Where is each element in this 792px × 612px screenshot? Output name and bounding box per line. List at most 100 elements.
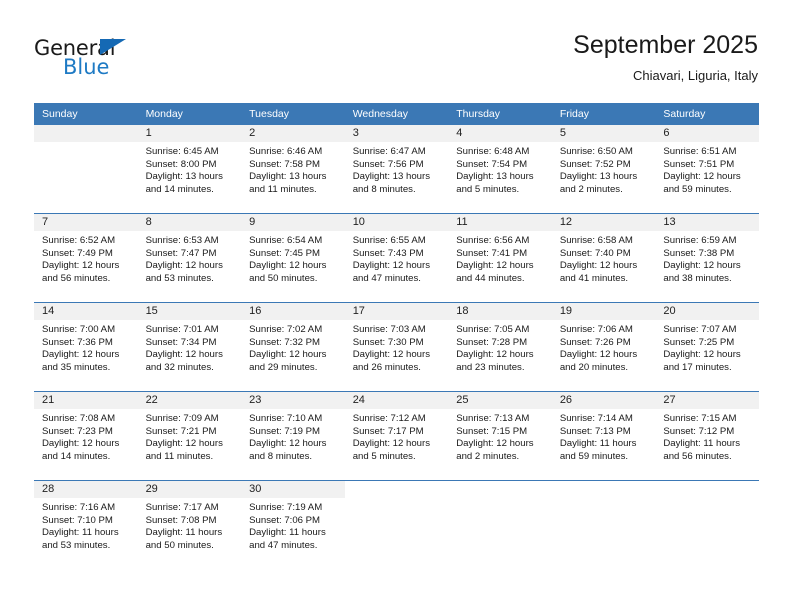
location-subtitle: Chiavari, Liguria, Italy (633, 68, 758, 83)
sunset-text: Sunset: 7:10 PM (42, 514, 113, 526)
daylight-text: Daylight: 13 hours and 14 minutes. (145, 171, 223, 195)
daylight-text: Daylight: 12 hours and 2 minutes. (456, 438, 534, 462)
sunset-text: Sunset: 7:38 PM (663, 247, 735, 259)
calendar-day-cell[interactable]: 9 Sunrise: 6:54 AM Sunset: 7:45 PM Daylight… (241, 213, 345, 303)
calendar-day-cell[interactable]: 17 Sunrise: 7:03 AM Sunset: 7:30 PM Dayligh… (344, 302, 449, 392)
calendar-empty-cell (448, 480, 552, 569)
calendar-day-cell[interactable]: 5 Sunrise: 6:50 AM Sunset: 7:52 PM Daylight… (551, 125, 656, 214)
calendar-day-cell[interactable]: 18 Sunrise: 7:05 AM Sunset: 7:28 PM Dayligh… (448, 302, 552, 392)
day-number: 13 (655, 214, 759, 231)
calendar-day-cell[interactable]: 1 Sunrise: 6:45 AM Sunset: 8:00 PM Daylight… (137, 125, 242, 214)
calendar-day-cell[interactable]: 29 Sunrise: 7:17 AM Sunset: 7:08 PM Dayligh… (137, 480, 242, 569)
calendar-day-cell[interactable]: 15 Sunrise: 7:01 AM Sunset: 7:34 PM Dayligh… (137, 302, 242, 392)
weekday-header-tuesday: Tuesday (241, 103, 345, 125)
day-details: Sunrise: 6:55 AM Sunset: 7:43 PM Daylight:… (345, 231, 449, 285)
calendar-day-cell[interactable]: 12 Sunrise: 6:58 AM Sunset: 7:40 PM Dayligh… (551, 213, 656, 303)
sunset-text: Sunset: 7:12 PM (663, 425, 735, 437)
calendar-page: General Blue September 2025 Chiavari, Li… (0, 0, 792, 612)
day-details: Sunrise: 7:02 AM Sunset: 7:32 PM Daylight:… (241, 320, 345, 374)
calendar-day-cell[interactable]: 2 Sunrise: 6:46 AM Sunset: 7:58 PM Daylight… (241, 125, 345, 214)
day-number: 3 (344, 125, 449, 142)
day-details: Sunrise: 7:15 AM Sunset: 7:12 PM Daylight:… (655, 409, 759, 463)
calendar-day-cell[interactable]: 6 Sunrise: 6:51 AM Sunset: 7:51 PM Daylight… (655, 125, 759, 214)
sunset-text: Sunset: 7:56 PM (352, 158, 424, 170)
calendar-empty-cell (551, 480, 656, 569)
sunrise-text: Sunrise: 6:52 AM (42, 235, 116, 246)
calendar-empty-cell (655, 480, 759, 569)
sunrise-text: Sunrise: 7:16 AM (42, 502, 116, 513)
day-details: Sunrise: 6:51 AM Sunset: 7:51 PM Daylight:… (655, 142, 759, 196)
calendar-day-cell[interactable]: 10 Sunrise: 6:55 AM Sunset: 7:43 PM Dayligh… (344, 213, 449, 303)
calendar-day-cell[interactable]: 19 Sunrise: 7:06 AM Sunset: 7:26 PM Dayligh… (551, 302, 656, 392)
sunrise-text: Sunrise: 7:01 AM (145, 324, 219, 335)
calendar-day-cell[interactable]: 7 Sunrise: 6:52 AM Sunset: 7:49 PM Daylight… (34, 213, 138, 303)
calendar-day-cell[interactable]: 21 Sunrise: 7:08 AM Sunset: 7:23 PM Dayligh… (34, 391, 138, 481)
calendar-day-cell[interactable]: 23 Sunrise: 7:10 AM Sunset: 7:19 PM Dayligh… (241, 391, 345, 481)
day-number: 27 (655, 392, 759, 409)
calendar-day-cell[interactable]: 16 Sunrise: 7:02 AM Sunset: 7:32 PM Dayligh… (241, 302, 345, 392)
calendar-day-cell[interactable]: 25 Sunrise: 7:13 AM Sunset: 7:15 PM Dayligh… (448, 391, 552, 481)
calendar-day-cell[interactable]: 30 Sunrise: 7:19 AM Sunset: 7:06 PM Dayligh… (241, 480, 345, 569)
day-number: 9 (241, 214, 345, 231)
calendar-day-cell[interactable]: 3 Sunrise: 6:47 AM Sunset: 7:56 PM Daylight… (344, 125, 449, 214)
calendar-day-cell[interactable]: 20 Sunrise: 7:07 AM Sunset: 7:25 PM Dayligh… (655, 302, 759, 392)
weekday-header-row: Sunday Monday Tuesday Wednesday Thursday… (34, 103, 759, 125)
daylight-text: Daylight: 12 hours and 26 minutes. (352, 349, 431, 373)
calendar-day-cell[interactable]: 26 Sunrise: 7:14 AM Sunset: 7:13 PM Dayligh… (551, 391, 656, 481)
general-blue-logo: General Blue (34, 36, 214, 88)
day-details: Sunrise: 6:52 AM Sunset: 7:49 PM Daylight:… (34, 231, 138, 285)
sunrise-text: Sunrise: 6:45 AM (145, 146, 219, 157)
calendar-day-cell[interactable]: 11 Sunrise: 6:56 AM Sunset: 7:41 PM Dayligh… (448, 213, 552, 303)
sunset-text: Sunset: 7:08 PM (145, 514, 217, 526)
sunset-text: Sunset: 7:54 PM (456, 158, 528, 170)
day-number: 2 (241, 125, 345, 142)
sunset-text: Sunset: 7:21 PM (145, 425, 217, 437)
day-number: 18 (448, 303, 552, 320)
day-number: 6 (655, 125, 759, 142)
sunset-text: Sunset: 7:52 PM (559, 158, 631, 170)
day-number: 16 (241, 303, 345, 320)
sunset-text: Sunset: 7:32 PM (249, 336, 321, 348)
sunset-text: Sunset: 7:40 PM (559, 247, 631, 259)
day-details: Sunrise: 6:59 AM Sunset: 7:38 PM Daylight:… (655, 231, 759, 285)
sunset-text: Sunset: 7:06 PM (249, 514, 321, 526)
sunrise-text: Sunrise: 7:06 AM (559, 324, 633, 335)
day-number (34, 125, 138, 142)
daylight-text: Daylight: 12 hours and 5 minutes. (352, 438, 431, 462)
calendar-day-cell[interactable]: 22 Sunrise: 7:09 AM Sunset: 7:21 PM Dayligh… (137, 391, 242, 481)
sunrise-text: Sunrise: 7:08 AM (42, 413, 116, 424)
day-details: Sunrise: 7:19 AM Sunset: 7:06 PM Daylight:… (241, 498, 345, 552)
daylight-text: Daylight: 12 hours and 50 minutes. (249, 260, 327, 284)
sunrise-text: Sunrise: 7:14 AM (559, 413, 633, 424)
day-details: Sunrise: 7:03 AM Sunset: 7:30 PM Daylight:… (345, 320, 449, 374)
sunrise-text: Sunrise: 6:50 AM (559, 146, 633, 157)
day-number: 19 (551, 303, 656, 320)
daylight-text: Daylight: 12 hours and 8 minutes. (249, 438, 327, 462)
sunset-text: Sunset: 7:51 PM (663, 158, 735, 170)
day-number: 5 (551, 125, 656, 142)
calendar-day-cell[interactable]: 4 Sunrise: 6:48 AM Sunset: 7:54 PM Daylight… (448, 125, 552, 214)
sunset-text: Sunset: 7:47 PM (145, 247, 217, 259)
page-header: General Blue September 2025 Chiavari, Li… (34, 30, 758, 92)
calendar-day-cell[interactable]: 28 Sunrise: 7:16 AM Sunset: 7:10 PM Dayligh… (34, 480, 138, 569)
daylight-text: Daylight: 12 hours and 11 minutes. (145, 438, 223, 462)
sunrise-text: Sunrise: 6:47 AM (352, 146, 426, 157)
calendar-day-cell[interactable]: 24 Sunrise: 7:12 AM Sunset: 7:17 PM Dayligh… (344, 391, 449, 481)
calendar-body: 1 Sunrise: 6:45 AM Sunset: 8:00 PM Daylight… (34, 125, 759, 569)
calendar-day-cell[interactable]: 14 Sunrise: 7:00 AM Sunset: 7:36 PM Dayligh… (34, 302, 138, 392)
sunset-text: Sunset: 7:34 PM (145, 336, 217, 348)
daylight-text: Daylight: 12 hours and 35 minutes. (42, 349, 120, 373)
calendar-day-cell[interactable]: 27 Sunrise: 7:15 AM Sunset: 7:12 PM Dayligh… (655, 391, 759, 481)
daylight-text: Daylight: 12 hours and 32 minutes. (145, 349, 223, 373)
calendar-day-cell[interactable]: 13 Sunrise: 6:59 AM Sunset: 7:38 PM Dayligh… (655, 213, 759, 303)
day-number: 28 (34, 481, 138, 498)
sunrise-text: Sunrise: 7:07 AM (663, 324, 737, 335)
sunset-text: Sunset: 7:13 PM (559, 425, 631, 437)
day-details: Sunrise: 7:01 AM Sunset: 7:34 PM Daylight:… (138, 320, 242, 374)
day-details: Sunrise: 7:00 AM Sunset: 7:36 PM Daylight:… (34, 320, 138, 374)
sunset-text: Sunset: 7:17 PM (352, 425, 424, 437)
day-number: 20 (655, 303, 759, 320)
sunset-text: Sunset: 8:00 PM (145, 158, 217, 170)
calendar-day-cell[interactable]: 8 Sunrise: 6:53 AM Sunset: 7:47 PM Daylight… (137, 213, 242, 303)
day-details: Sunrise: 6:58 AM Sunset: 7:40 PM Daylight:… (552, 231, 656, 285)
